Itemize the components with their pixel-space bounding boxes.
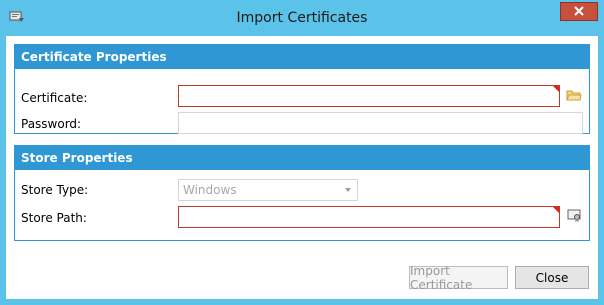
store-type-select[interactable]: Windows: [178, 179, 358, 201]
certificate-label: Certificate:: [21, 91, 88, 105]
dialog-body: Certificate Properties Certificate: Pass…: [6, 36, 598, 299]
close-window-button[interactable]: [560, 2, 598, 21]
store-type-label: Store Type:: [21, 183, 89, 197]
folder-icon[interactable]: [566, 88, 582, 102]
chevron-down-icon: [345, 188, 351, 192]
certificate-properties-group: Certificate Properties Certificate: Pass…: [14, 44, 590, 134]
title-bar: Import Certificates: [0, 0, 604, 36]
store-path-input[interactable]: [178, 206, 560, 228]
window-title: Import Certificates: [236, 10, 368, 26]
certificate-properties-header: Certificate Properties: [15, 45, 589, 69]
certificate-store-icon[interactable]: [567, 209, 583, 223]
store-properties-group: Store Properties Store Type: Windows Sto…: [14, 145, 590, 241]
password-label: Password:: [21, 117, 82, 131]
close-button[interactable]: Close: [515, 266, 589, 289]
store-type-value: Windows: [183, 183, 237, 197]
certificate-input[interactable]: [178, 85, 560, 107]
import-certificate-button[interactable]: Import Certificate: [409, 264, 508, 292]
store-properties-header: Store Properties: [15, 146, 589, 170]
close-icon: [574, 5, 584, 19]
password-input[interactable]: [178, 112, 583, 134]
store-path-label: Store Path:: [21, 211, 87, 225]
